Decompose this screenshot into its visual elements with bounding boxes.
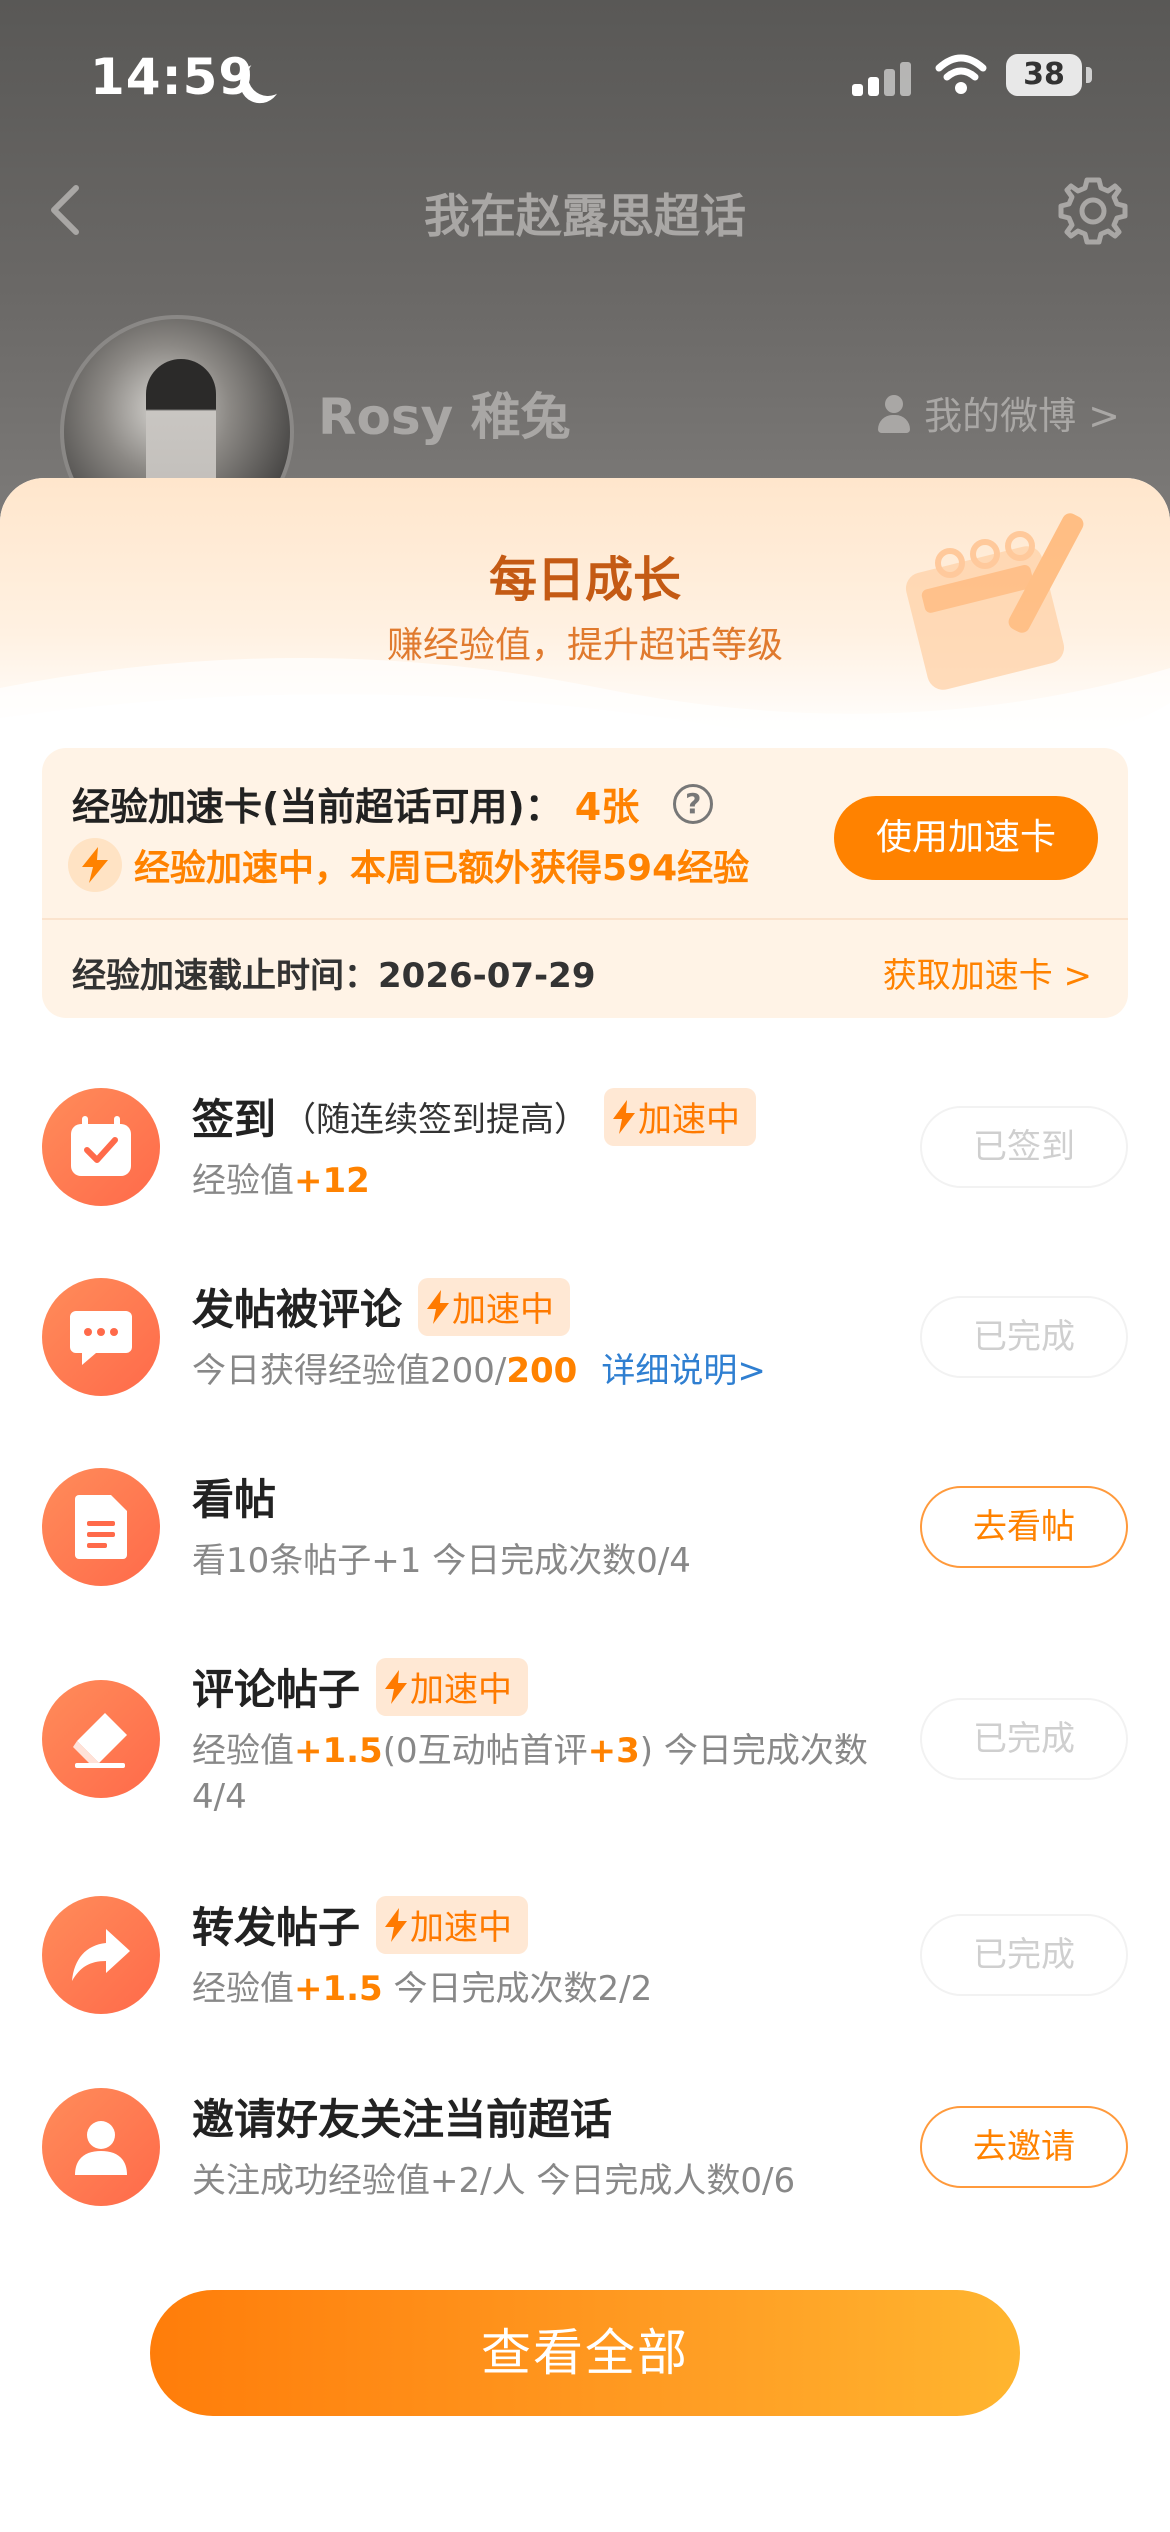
boosting-badge-label: 加速中 (410, 1670, 513, 1710)
boost-deadline: 经验加速截止时间：2026-07-29 (72, 956, 596, 996)
task-desc-text: 今日完成次数2/2 (382, 1969, 653, 2009)
view-all-button[interactable]: 查看全部 (150, 2290, 1020, 2416)
navigation-bar: 我在赵露思超话 (0, 150, 1170, 270)
task-title: 发帖被评论 加速中 (192, 1276, 571, 1337)
task-desc-text: 经验值 (192, 1161, 294, 1201)
task-exp-value: +1.5 (294, 1731, 383, 1771)
task-desc-text: 经验值 (192, 1969, 294, 2009)
task-title: 评论帖子 加速中 (192, 1656, 529, 1717)
task-invite-friends: 邀请好友关注当前超话 关注成功经验值+2/人 今日完成人数0/6 去邀请 (0, 2068, 1170, 2228)
task-exp-value: +3 (587, 1731, 640, 1771)
task-title-text: 转发帖子 (192, 1903, 361, 1952)
task-post-commented: 发帖被评论 加速中 今日获得经验值200/200 详细说明> 已完成 (0, 1258, 1170, 1418)
task-hint: （随连续签到提高） (282, 1100, 589, 1140)
cellular-signal-icon (852, 62, 912, 96)
boost-status-row: 经验加速中，本周已额外获得594经验 (68, 838, 749, 892)
task-title-text: 评论帖子 (192, 1665, 361, 1714)
divider (42, 918, 1128, 920)
task-description: 经验值+1.5 今日完成次数2/2 (192, 1966, 652, 2012)
task-title: 邀请好友关注当前超话 (192, 2086, 612, 2147)
daily-growth-subtitle: 赚经验值，提升超话等级 (386, 625, 783, 666)
boosting-badge-label: 加速中 (638, 1100, 741, 1140)
boost-card-label-row: 经验加速卡(当前超话可用)： 4张 ? (72, 776, 714, 831)
daily-growth-title: 每日成长 (488, 552, 681, 608)
boosting-badge: 加速中 (376, 1895, 529, 1954)
task-exp-value: +12 (294, 1161, 370, 1201)
use-boost-card-button[interactable]: 使用加速卡 (834, 796, 1098, 880)
boosting-badge-label: 加速中 (410, 1908, 513, 1948)
task-view-posts: 看帖 看10条帖子+1 今日完成次数0/4 去看帖 (0, 1448, 1170, 1608)
document-icon (42, 1468, 160, 1586)
task-title-text: 发帖被评论 (192, 1285, 403, 1334)
battery-icon: 38 (1006, 54, 1082, 96)
completed-button[interactable]: 已完成 (920, 1914, 1128, 1996)
go-invite-button[interactable]: 去邀请 (920, 2106, 1128, 2188)
my-weibo-link[interactable]: 我的微博 > (874, 385, 1120, 440)
task-description: 经验值+12 (192, 1158, 370, 1204)
task-description: 关注成功经验值+2/人 今日完成人数0/6 (192, 2161, 796, 2201)
wifi-icon (935, 54, 987, 94)
daily-growth-sheet: 每日成长 赚经验值，提升超话等级 经验加速卡(当前超话可用)： 4张 ? 经验加… (0, 478, 1170, 2532)
boosting-badge: 加速中 (418, 1277, 571, 1336)
get-boost-card-link[interactable]: 获取加速卡 > (883, 948, 1092, 997)
task-desc-text: 经验值 (192, 1731, 294, 1771)
user-icon (42, 2088, 160, 2206)
profile-header: Rosy 稚兔 我的微博 > (0, 315, 1170, 549)
boost-card-label: 经验加速卡(当前超话可用)： (72, 785, 563, 829)
task-desc-text: 今日获得经验值200/ (192, 1351, 507, 1391)
task-title-text: 签到 (192, 1095, 277, 1144)
task-title: 签到 （随连续签到提高） 加速中 (192, 1086, 757, 1147)
task-desc-count: 4/4 (192, 1777, 247, 1817)
chat-bubble-icon (42, 1278, 160, 1396)
boosting-badge: 加速中 (376, 1657, 529, 1716)
completed-button[interactable]: 已完成 (920, 1698, 1128, 1780)
boost-status-text: 经验加速中，本周已额外获得594经验 (134, 848, 750, 889)
eraser-pencil-icon (42, 1680, 160, 1798)
task-description: 看10条帖子+1 今日完成次数0/4 (192, 1541, 691, 1581)
details-link[interactable]: 详细说明> (601, 1351, 766, 1391)
status-time: 14:59 (90, 48, 255, 106)
task-title: 看帖 (192, 1466, 276, 1527)
boost-card-count: 4张 (574, 785, 640, 829)
boosting-badge: 加速中 (604, 1087, 757, 1146)
task-sign-in: 签到 （随连续签到提高） 加速中 经验值+12 已签到 (0, 1068, 1170, 1228)
username: Rosy 稚兔 (318, 388, 571, 446)
lightning-icon (68, 838, 122, 892)
task-exp-value: 200 (506, 1351, 578, 1391)
boost-card: 经验加速卡(当前超话可用)： 4张 ? 经验加速中，本周已额外获得594经验 使… (42, 748, 1128, 1018)
go-view-posts-button[interactable]: 去看帖 (920, 1486, 1128, 1568)
person-icon (874, 393, 914, 433)
battery-tip (1086, 67, 1092, 83)
task-description: 今日获得经验值200/200 详细说明> (192, 1348, 766, 1394)
task-exp-value: +1.5 (294, 1969, 383, 2009)
share-arrow-icon (42, 1896, 160, 2014)
calendar-check-icon (42, 1088, 160, 1206)
task-title-text: 邀请好友关注当前超话 (192, 2095, 613, 2144)
task-forward-posts: 转发帖子 加速中 经验值+1.5 今日完成次数2/2 已完成 (0, 1876, 1170, 2036)
settings-gear-icon[interactable] (1056, 174, 1130, 248)
task-title-text: 看帖 (192, 1475, 277, 1524)
signed-in-button[interactable]: 已签到 (920, 1106, 1128, 1188)
task-comment-posts: 评论帖子 加速中 经验值+1.5(0互动帖首评+3) 今日完成次数 4/4 已完… (0, 1638, 1170, 1838)
page-title: 我在赵露思超话 (424, 189, 746, 243)
completed-button[interactable]: 已完成 (920, 1296, 1128, 1378)
my-weibo-label: 我的微博 > (924, 394, 1120, 438)
status-bar: 14:59 38 (0, 0, 1170, 150)
task-desc-text: ) 今日完成次数 (639, 1731, 868, 1771)
task-title: 转发帖子 加速中 (192, 1894, 529, 1955)
task-description: 经验值+1.5(0互动帖首评+3) 今日完成次数 4/4 (192, 1728, 912, 1820)
task-desc-text: (0互动帖首评 (382, 1731, 588, 1771)
help-icon[interactable]: ? (673, 783, 714, 824)
boosting-badge-label: 加速中 (452, 1290, 555, 1330)
